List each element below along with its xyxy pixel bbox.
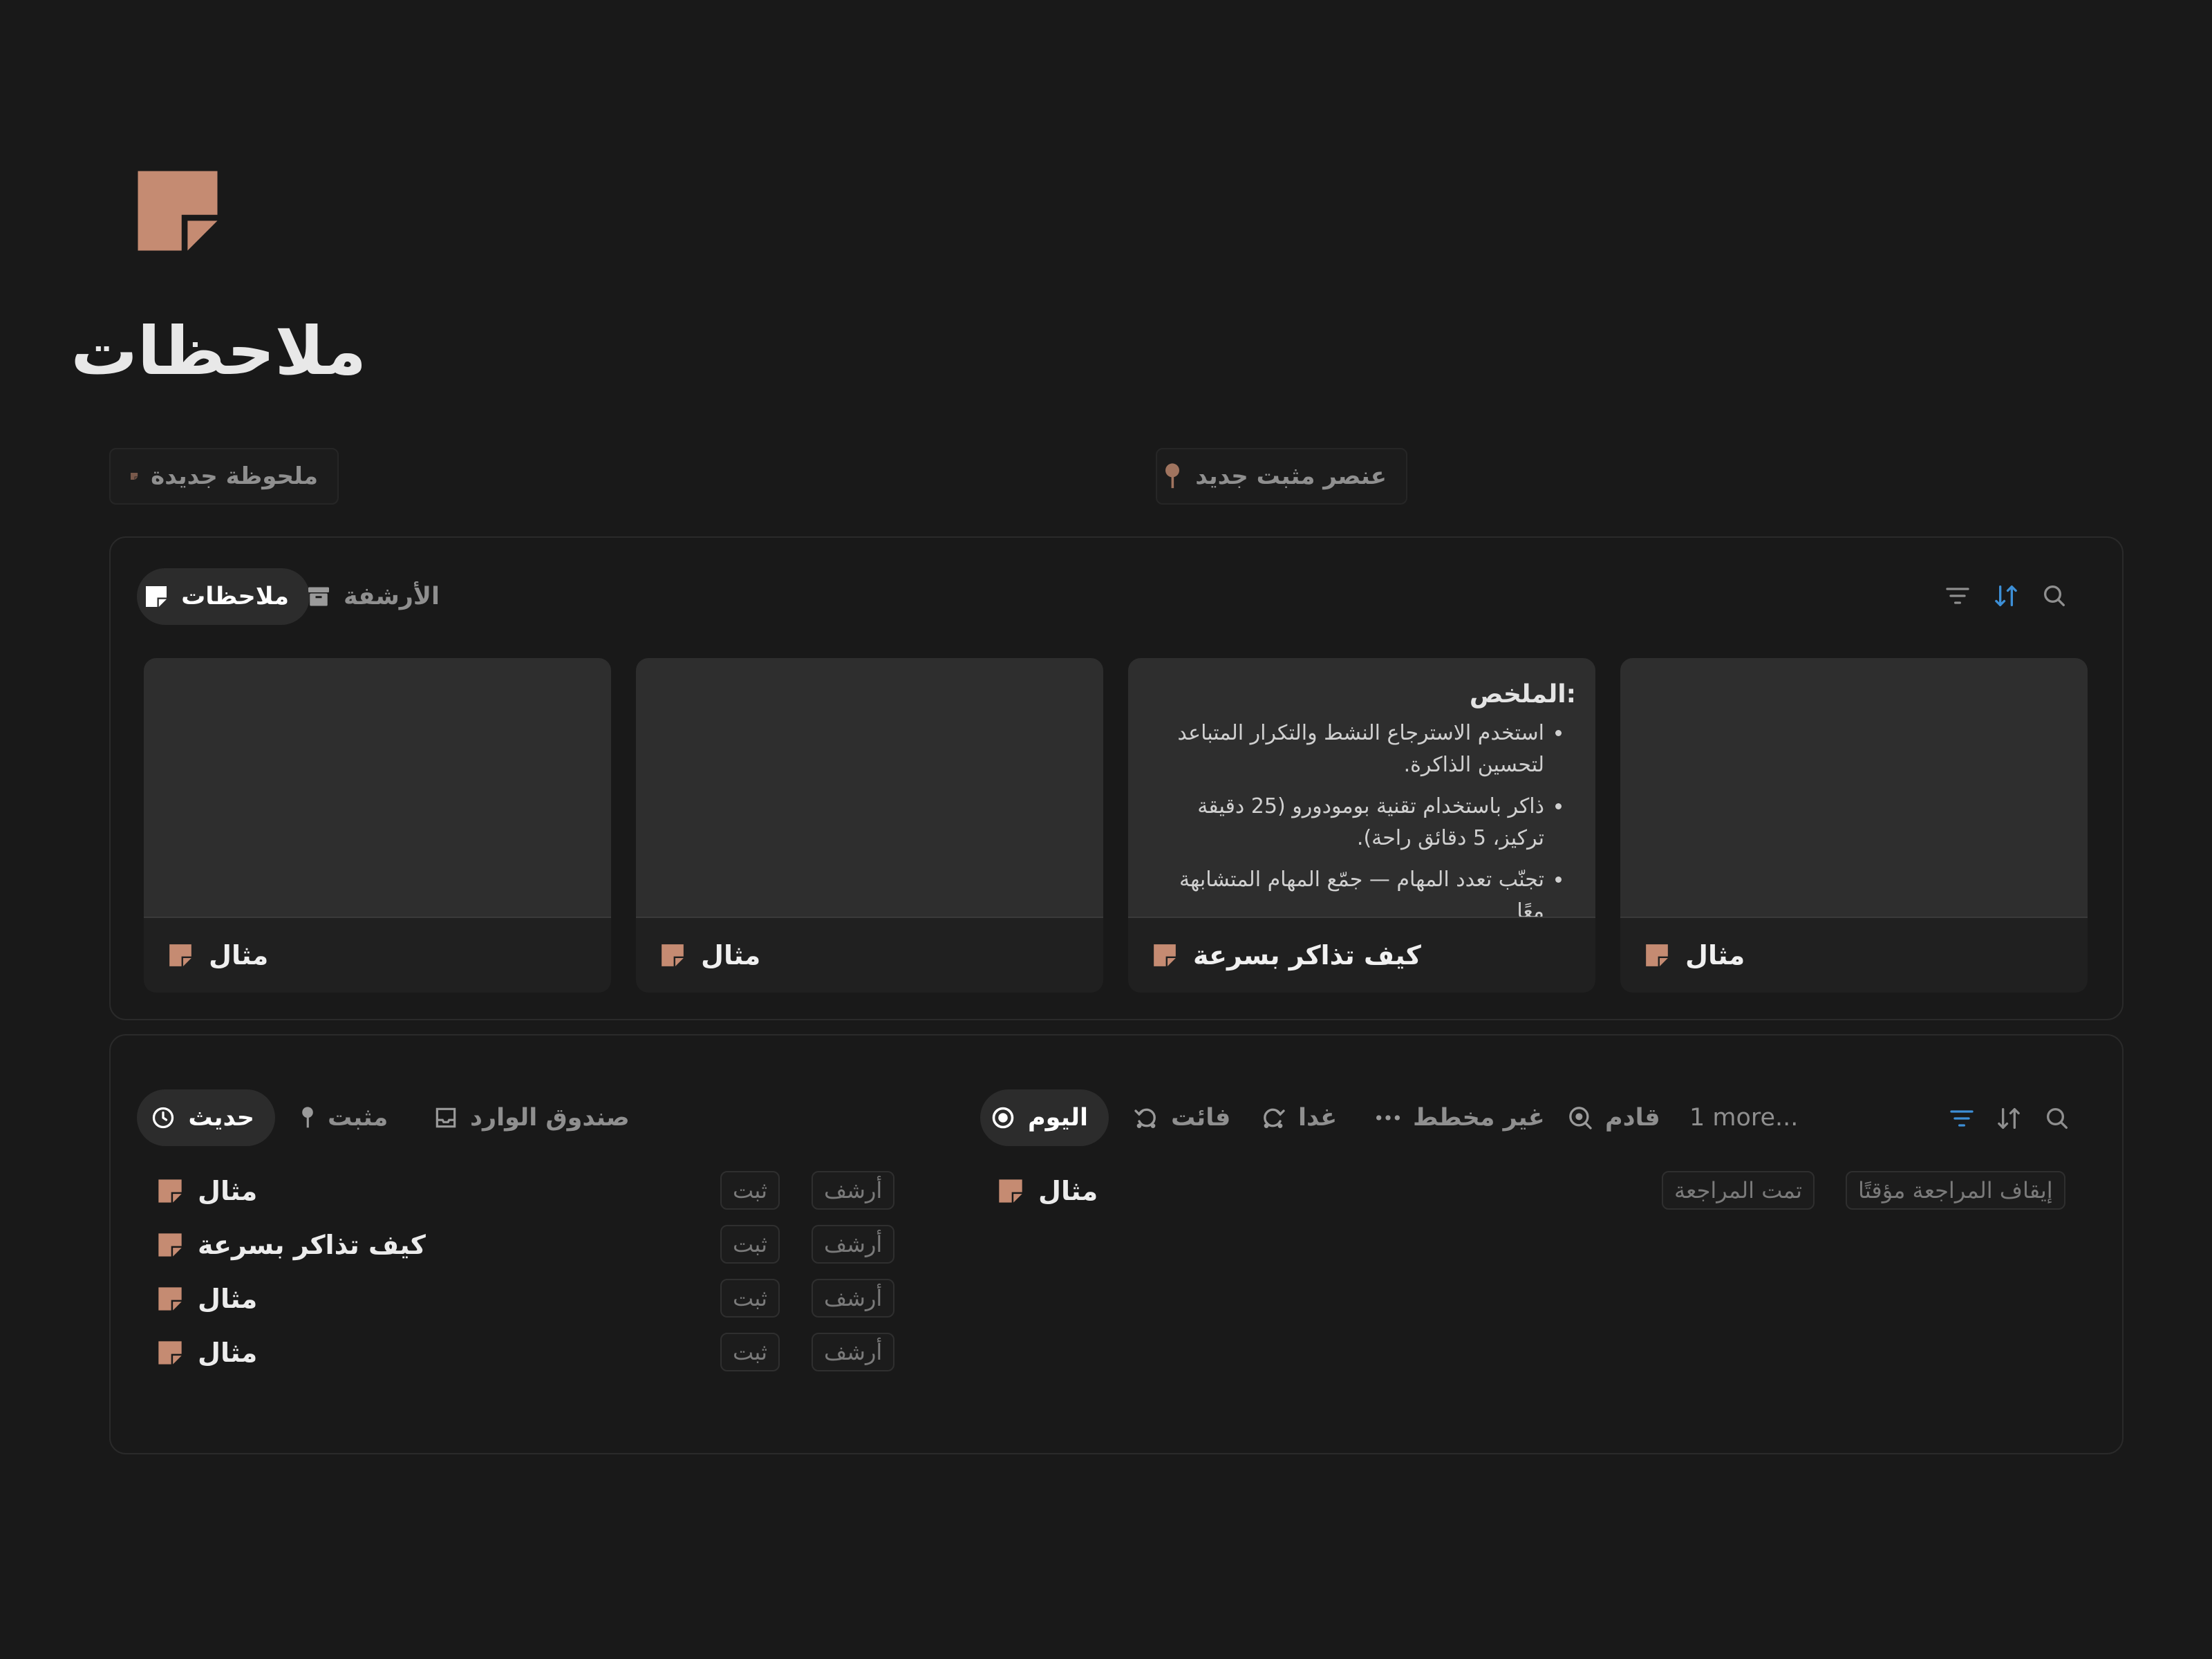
card-preview bbox=[144, 658, 611, 918]
target-icon bbox=[991, 1105, 1015, 1130]
note-card[interactable]: مثال bbox=[1620, 658, 2088, 993]
tab-inbox-label: صندوق الوارد bbox=[470, 1104, 630, 1132]
card-title: مثال bbox=[1620, 918, 2088, 993]
tab-today[interactable]: اليوم bbox=[980, 1089, 1109, 1146]
tab-archive[interactable]: الأرشفة bbox=[308, 568, 460, 625]
tab-notes[interactable]: ملاحظات bbox=[137, 568, 310, 625]
pin-button[interactable]: ثبت bbox=[720, 1171, 780, 1210]
list-item-title: مثال bbox=[1038, 1176, 1098, 1206]
pin-button[interactable]: ثبت bbox=[720, 1333, 780, 1371]
more-tabs-label: 1 more... bbox=[1689, 1104, 1799, 1132]
list-item[interactable]: مثال bbox=[156, 1275, 257, 1323]
summary-list: استخدم الاسترجاع النشط والتكرار المتباعد… bbox=[1147, 718, 1576, 917]
note-icon bbox=[156, 1285, 184, 1313]
tab-tomorrow[interactable]: غدا bbox=[1259, 1089, 1337, 1146]
tab-past-label: فائت bbox=[1171, 1104, 1231, 1132]
list-item[interactable]: مثال bbox=[156, 1167, 257, 1215]
tab-upcoming-label: قادم bbox=[1605, 1104, 1660, 1132]
inbox-icon bbox=[433, 1105, 459, 1131]
tab-archive-label: الأرشفة bbox=[343, 583, 440, 610]
new-pinned-label: عنصر مثبت جديد bbox=[1195, 462, 1387, 490]
card-title-label: مثال bbox=[1685, 940, 1745, 971]
card-title-label: مثال bbox=[701, 940, 761, 971]
tab-pinned-label: مثبت bbox=[328, 1104, 388, 1132]
pin-icon bbox=[1162, 462, 1183, 490]
search-icon[interactable] bbox=[2042, 1103, 2072, 1134]
tab-pinned[interactable]: مثبت bbox=[299, 1089, 388, 1146]
tomorrow-icon bbox=[1259, 1104, 1287, 1132]
past-icon bbox=[1132, 1104, 1160, 1132]
dots-icon bbox=[1374, 1104, 1402, 1132]
summary-item: استخدم الاسترجاع النشط والتكرار المتباعد… bbox=[1147, 718, 1544, 781]
summary-item: تجنّب تعدد المهام — جمّع المهام المتشابه… bbox=[1147, 864, 1544, 917]
pin-button[interactable]: ثبت bbox=[720, 1279, 780, 1318]
reviewed-button[interactable]: تمت المراجعة bbox=[1662, 1171, 1815, 1210]
tab-upcoming[interactable]: قادم bbox=[1566, 1089, 1660, 1146]
note-icon bbox=[659, 942, 686, 968]
list-item-title: مثال bbox=[198, 1284, 258, 1314]
page-title: ملاحظات bbox=[71, 312, 366, 390]
pin-button[interactable]: ثبت bbox=[720, 1225, 780, 1264]
note-card[interactable]: :الملخص استخدم الاسترجاع النشط والتكرار … bbox=[1128, 658, 1595, 993]
list-item[interactable]: كيف تذاكر بسرعة bbox=[156, 1221, 426, 1269]
card-title-label: مثال bbox=[209, 940, 269, 971]
tab-unplanned[interactable]: غير مخطط bbox=[1374, 1089, 1545, 1146]
note-icon bbox=[1644, 942, 1670, 968]
note-icon bbox=[130, 464, 138, 489]
note-icon bbox=[156, 1177, 184, 1205]
archive-button[interactable]: أرشف bbox=[812, 1171, 895, 1210]
tab-recent[interactable]: حديث bbox=[137, 1089, 275, 1146]
note-card[interactable]: مثال bbox=[636, 658, 1103, 993]
tab-notes-label: ملاحظات bbox=[181, 583, 289, 610]
card-title-label: كيف تذاكر بسرعة bbox=[1193, 940, 1421, 971]
tab-past[interactable]: فائت bbox=[1132, 1089, 1230, 1146]
tab-unplanned-label: غير مخطط bbox=[1413, 1104, 1545, 1132]
list-item-title: مثال bbox=[198, 1176, 258, 1206]
new-note-label: ملحوظة جديدة bbox=[151, 462, 318, 490]
note-icon bbox=[156, 1231, 184, 1259]
archive-button[interactable]: أرشف bbox=[812, 1333, 895, 1371]
card-preview bbox=[1620, 658, 2088, 918]
archive-icon bbox=[306, 584, 331, 609]
pin-icon bbox=[299, 1105, 317, 1131]
note-icon bbox=[1152, 942, 1178, 968]
filter-icon[interactable] bbox=[1942, 581, 1973, 611]
tab-recent-label: حديث bbox=[188, 1104, 254, 1132]
card-title: كيف تذاكر بسرعة bbox=[1128, 918, 1595, 993]
tab-inbox[interactable]: صندوق الوارد bbox=[433, 1089, 630, 1146]
list-item-title: كيف تذاكر بسرعة bbox=[198, 1230, 426, 1260]
notes-gallery-panel: ملاحظات الأرشفة مثال مثال:الملخص • استخ… bbox=[109, 536, 2124, 1020]
page-logo-icon bbox=[130, 163, 225, 259]
note-icon bbox=[156, 1339, 184, 1367]
clock-icon bbox=[151, 1105, 176, 1130]
list-item-title: مثال bbox=[198, 1338, 258, 1368]
sort-icon[interactable] bbox=[1994, 1103, 2024, 1134]
summary-heading: :الملخص bbox=[1469, 680, 1576, 709]
notes-list-panel: حديث مثبت صندوق الوارد اليوم فائت غدا غي… bbox=[109, 1034, 2124, 1454]
upcoming-icon bbox=[1566, 1104, 1594, 1132]
card-preview: :الملخص استخدم الاسترجاع النشط والتكرار … bbox=[1128, 658, 1595, 918]
tab-tomorrow-label: غدا bbox=[1298, 1104, 1338, 1132]
pause-review-button[interactable]: إيقاف المراجعة مؤقتًا bbox=[1846, 1171, 2065, 1210]
card-preview bbox=[636, 658, 1103, 918]
tab-today-label: اليوم bbox=[1027, 1104, 1088, 1132]
card-title: مثال bbox=[636, 918, 1103, 993]
archive-button[interactable]: أرشف bbox=[812, 1279, 895, 1318]
summary-item: ذاكر باستخدام تقنية بومودورو (25 دقيقة ت… bbox=[1147, 791, 1544, 854]
note-icon bbox=[997, 1177, 1024, 1205]
sort-icon[interactable] bbox=[1991, 581, 2021, 611]
note-icon bbox=[144, 584, 169, 609]
list-item[interactable]: مثال bbox=[997, 1167, 1098, 1215]
new-note-button[interactable]: ملحوظة جديدة bbox=[109, 448, 339, 505]
note-icon bbox=[167, 942, 194, 968]
list-item[interactable]: مثال bbox=[156, 1329, 257, 1377]
search-icon[interactable] bbox=[2039, 581, 2070, 611]
card-summary: :الملخص استخدم الاسترجاع النشط والتكرار … bbox=[1128, 658, 1595, 917]
note-card[interactable]: مثال bbox=[144, 658, 611, 993]
filter-icon[interactable] bbox=[1947, 1103, 1977, 1134]
card-title: مثال bbox=[144, 918, 611, 993]
more-tabs-button[interactable]: 1 more... bbox=[1689, 1089, 1798, 1146]
archive-button[interactable]: أرشف bbox=[812, 1225, 895, 1264]
new-pinned-button[interactable]: عنصر مثبت جديد bbox=[1156, 448, 1407, 505]
